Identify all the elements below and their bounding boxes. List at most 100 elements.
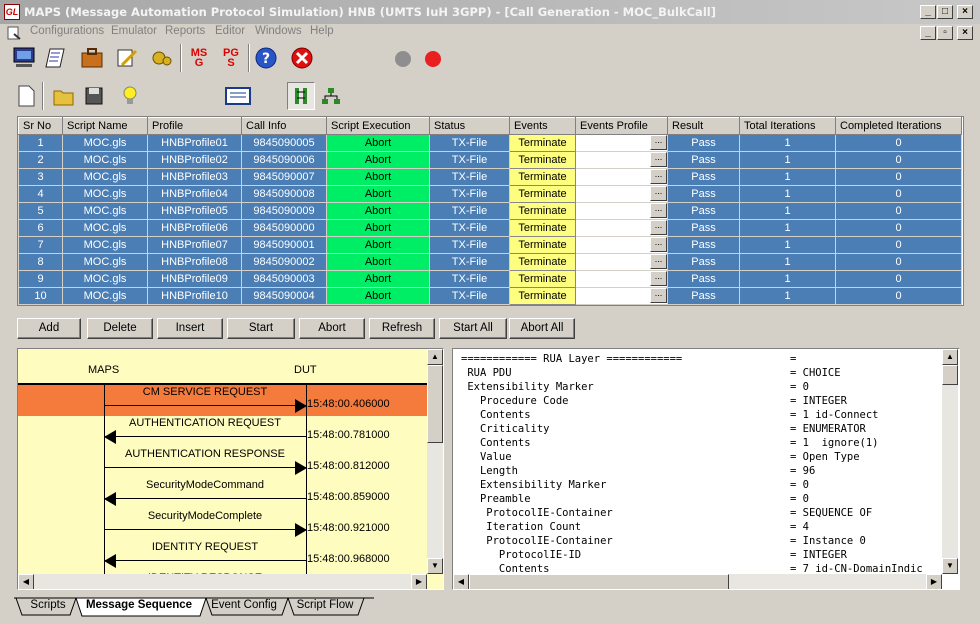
column-header[interactable]: Call Info bbox=[241, 117, 327, 135]
decode-scroll-right-icon[interactable]: ▶ bbox=[926, 574, 942, 589]
column-header[interactable]: Script Execution bbox=[326, 117, 430, 135]
new-file-icon[interactable] bbox=[12, 82, 40, 110]
menu-reports[interactable]: Reports bbox=[165, 25, 205, 37]
script-execution-cell[interactable]: Abort bbox=[326, 151, 430, 169]
save-icon[interactable] bbox=[80, 82, 108, 110]
monitor-icon[interactable] bbox=[10, 44, 38, 72]
maximize-button[interactable]: □ bbox=[937, 5, 953, 19]
decode-scroll-thumb[interactable] bbox=[942, 365, 958, 385]
mdi-close-button[interactable]: × bbox=[957, 26, 973, 40]
lightbulb-icon[interactable] bbox=[116, 82, 144, 110]
events-profile-browse-button[interactable]: ... bbox=[650, 169, 667, 184]
sequence-message-row[interactable]: AUTHENTICATION RESPONSE 15:48:00.812000 bbox=[18, 447, 427, 478]
table-row[interactable]: 5 MOC.gls HNBProfile05 9845090009 Abort TX-Fi… bbox=[18, 202, 962, 220]
table-row[interactable]: 2 MOC.gls HNBProfile02 9845090006 Abort TX-Fi… bbox=[18, 151, 962, 169]
column-header[interactable]: Sr No bbox=[18, 117, 63, 135]
column-header[interactable]: Events Profile bbox=[575, 117, 668, 135]
table-row[interactable]: 9 MOC.gls HNBProfile09 9845090003 Abort TX-Fi… bbox=[18, 270, 962, 288]
events-cell[interactable]: Terminate bbox=[509, 202, 576, 220]
script-execution-cell[interactable]: Abort bbox=[326, 185, 430, 203]
table-row[interactable]: 6 MOC.gls HNBProfile06 9845090000 Abort TX-Fi… bbox=[18, 219, 962, 237]
start-all-button[interactable]: Start All bbox=[439, 318, 507, 339]
mdi-restore-button[interactable]: ▫ bbox=[937, 26, 953, 40]
events-cell[interactable]: Terminate bbox=[509, 219, 576, 237]
decode-panel[interactable]: ============ RUA Layer ============ = RUA… bbox=[452, 348, 960, 590]
script-execution-cell[interactable]: Abort bbox=[326, 202, 430, 220]
events-profile-browse-button[interactable]: ... bbox=[650, 186, 667, 201]
events-cell[interactable]: Terminate bbox=[509, 287, 576, 305]
log-window-icon[interactable] bbox=[224, 82, 252, 110]
pgs-icon[interactable]: PG S bbox=[218, 44, 244, 72]
menu-help[interactable]: Help bbox=[310, 25, 334, 37]
events-profile-browse-button[interactable]: ... bbox=[650, 271, 667, 286]
table-row[interactable]: 4 MOC.gls HNBProfile04 9845090008 Abort TX-Fi… bbox=[18, 185, 962, 203]
abort-all-button[interactable]: Abort All bbox=[509, 318, 575, 339]
notebook-icon[interactable] bbox=[42, 44, 70, 72]
table-row[interactable]: 1 MOC.gls HNBProfile01 9845090005 Abort TX-Fi… bbox=[18, 134, 962, 152]
briefcase-icon[interactable] bbox=[78, 44, 106, 72]
events-profile-browse-button[interactable]: ... bbox=[650, 152, 667, 167]
column-header[interactable]: Profile bbox=[147, 117, 242, 135]
scroll-thumb[interactable] bbox=[427, 365, 443, 443]
events-profile-browse-button[interactable]: ... bbox=[650, 254, 667, 269]
help-icon[interactable]: ? bbox=[252, 44, 280, 72]
events-profile-cell[interactable]: ... bbox=[575, 236, 668, 254]
decode-horizontal-scrollbar[interactable]: ◀ ▶ bbox=[453, 574, 942, 589]
document-icon[interactable] bbox=[6, 25, 22, 41]
column-header[interactable]: Script Name bbox=[62, 117, 148, 135]
column-header[interactable]: Result bbox=[667, 117, 740, 135]
script-execution-cell[interactable]: Abort bbox=[326, 219, 430, 237]
abort-button[interactable]: Abort bbox=[299, 318, 365, 339]
column-header[interactable]: Status bbox=[429, 117, 510, 135]
decode-hscroll-thumb[interactable] bbox=[469, 574, 729, 589]
events-profile-browse-button[interactable]: ... bbox=[650, 288, 667, 303]
events-cell[interactable]: Terminate bbox=[509, 270, 576, 288]
events-profile-cell[interactable]: ... bbox=[575, 134, 668, 152]
open-folder-icon[interactable] bbox=[50, 82, 78, 110]
menu-windows[interactable]: Windows bbox=[255, 25, 302, 37]
sequence-message-row[interactable]: CM SERVICE REQUEST 15:48:00.406000 bbox=[18, 385, 427, 416]
script-grid[interactable]: Sr No Script Name Profile Call Info Script E… bbox=[17, 116, 964, 306]
menu-configurations[interactable]: Configurations bbox=[30, 25, 104, 37]
message-generator-icon[interactable]: MS G bbox=[186, 44, 212, 72]
tree-view-icon[interactable] bbox=[317, 82, 345, 110]
events-cell[interactable]: Terminate bbox=[509, 236, 576, 254]
script-execution-cell[interactable]: Abort bbox=[326, 236, 430, 254]
script-execution-cell[interactable]: Abort bbox=[326, 287, 430, 305]
events-profile-browse-button[interactable]: ... bbox=[650, 237, 667, 252]
sequence-vertical-scrollbar[interactable]: ▲ ▼ bbox=[427, 349, 443, 574]
script-execution-cell[interactable]: Abort bbox=[326, 134, 430, 152]
events-profile-cell[interactable]: ... bbox=[575, 287, 668, 305]
events-cell[interactable]: Terminate bbox=[509, 253, 576, 271]
events-profile-cell[interactable]: ... bbox=[575, 270, 668, 288]
insert-button[interactable]: Insert bbox=[157, 318, 223, 339]
events-cell[interactable]: Terminate bbox=[509, 151, 576, 169]
table-row[interactable]: 8 MOC.gls HNBProfile08 9845090002 Abort TX-Fi… bbox=[18, 253, 962, 271]
start-button[interactable]: Start bbox=[227, 318, 295, 339]
events-cell[interactable]: Terminate bbox=[509, 185, 576, 203]
decode-scroll-left-icon[interactable]: ◀ bbox=[453, 574, 469, 589]
events-profile-browse-button[interactable]: ... bbox=[650, 203, 667, 218]
events-profile-browse-button[interactable]: ... bbox=[650, 135, 667, 150]
close-button[interactable]: × bbox=[957, 5, 973, 19]
column-header[interactable]: Total Iterations bbox=[739, 117, 836, 135]
tab-scripts[interactable]: Scripts bbox=[22, 597, 74, 616]
decode-scroll-up-icon[interactable]: ▲ bbox=[942, 349, 958, 365]
events-profile-cell[interactable]: ... bbox=[575, 219, 668, 237]
events-profile-cell[interactable]: ... bbox=[575, 151, 668, 169]
column-header[interactable]: Events bbox=[509, 117, 576, 135]
tab-script-flow[interactable]: Script Flow bbox=[292, 597, 358, 616]
sequence-horizontal-scrollbar[interactable]: ◀ ▶ bbox=[18, 574, 427, 589]
scroll-down-arrow-icon[interactable]: ▼ bbox=[427, 558, 443, 574]
sequence-message-row[interactable]: SecurityModeCommand 15:48:00.859000 bbox=[18, 478, 427, 509]
table-row[interactable]: 3 MOC.gls HNBProfile03 9845090007 Abort TX-Fi… bbox=[18, 168, 962, 186]
decode-vertical-scrollbar[interactable]: ▲ ▼ bbox=[942, 349, 958, 574]
events-profile-cell[interactable]: ... bbox=[575, 185, 668, 203]
script-execution-cell[interactable]: Abort bbox=[326, 168, 430, 186]
refresh-button[interactable]: Refresh bbox=[369, 318, 435, 339]
scroll-left-arrow-icon[interactable]: ◀ bbox=[18, 574, 34, 589]
decode-scroll-down-icon[interactable]: ▼ bbox=[942, 558, 958, 574]
sequence-message-row[interactable]: IDENTITY REQUEST 15:48:00.968000 bbox=[18, 540, 427, 571]
delete-button[interactable]: Delete bbox=[87, 318, 153, 339]
events-profile-cell[interactable]: ... bbox=[575, 253, 668, 271]
